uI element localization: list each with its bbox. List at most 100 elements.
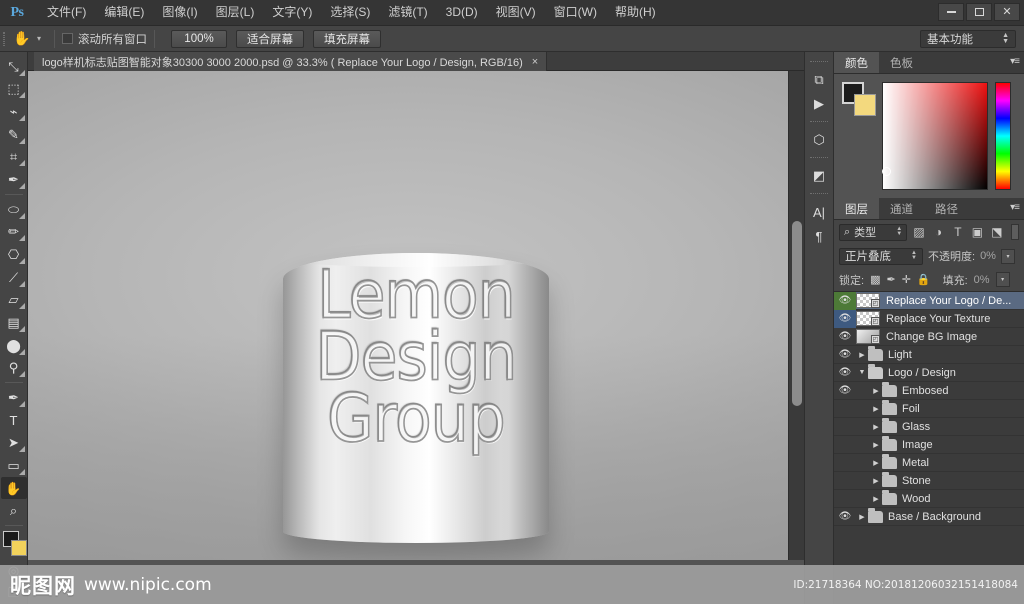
table-row[interactable]: 👁 ▶ Light xyxy=(834,345,1024,364)
fit-screen-button[interactable]: 适合屏幕 xyxy=(236,29,305,48)
lock-image-pixels-icon[interactable]: ✒ xyxy=(886,273,895,286)
character-panel-icon[interactable]: A| xyxy=(806,200,832,224)
filter-type-icon[interactable]: T xyxy=(950,224,965,241)
table-row[interactable]: ▶ Image xyxy=(834,435,1024,454)
group-disclosure-triangle-icon[interactable]: ▶ xyxy=(870,441,882,449)
layer-visibility-toggle[interactable]: 👁 xyxy=(834,309,856,328)
menu-view[interactable]: 视图(V) xyxy=(487,2,545,23)
table-row[interactable]: ▶ Glass xyxy=(834,417,1024,436)
zoom-100-button[interactable]: 100% xyxy=(171,29,228,48)
tab-color[interactable]: 颜色 xyxy=(834,52,879,73)
brush-tool[interactable]: ✏ xyxy=(1,221,27,244)
table-row[interactable]: 👁 ◰ Change BG Image xyxy=(834,328,1024,346)
filter-smart-object-icon[interactable]: ⬔ xyxy=(989,224,1004,241)
layers-panel-menu-icon[interactable]: ▾≡ xyxy=(1010,202,1020,213)
tool-preset-chevron-down-icon[interactable]: ▾ xyxy=(37,34,41,43)
menu-layer[interactable]: 图层(L) xyxy=(207,2,264,23)
zoom-tool[interactable]: ⌕ xyxy=(1,499,27,522)
layer-visibility-toggle[interactable]: 👁 xyxy=(834,382,856,400)
menu-type[interactable]: 文字(Y) xyxy=(263,2,321,23)
dock-grip-3[interactable] xyxy=(810,157,828,162)
menu-window[interactable]: 窗口(W) xyxy=(545,2,606,23)
color-picker-selector-ring[interactable] xyxy=(882,167,891,176)
tab-paths[interactable]: 路径 xyxy=(924,198,969,219)
table-row[interactable]: ▶ Wood xyxy=(834,489,1024,508)
scroll-all-windows-checkbox[interactable]: 滚动所有窗口 xyxy=(62,31,147,47)
close-button[interactable]: ✕ xyxy=(994,3,1020,21)
dock-grip-1[interactable] xyxy=(810,61,828,66)
maximize-button[interactable] xyxy=(966,3,992,21)
path-selection-tool[interactable]: ➤ xyxy=(1,432,27,455)
filter-enable-toggle[interactable] xyxy=(1010,224,1019,240)
actions-play-icon[interactable]: ▶ xyxy=(806,92,832,116)
opacity-value[interactable]: 0% xyxy=(980,250,996,262)
group-disclosure-triangle-icon[interactable]: ▶ xyxy=(870,477,882,485)
layer-visibility-toggle[interactable] xyxy=(834,454,856,472)
blend-mode-select[interactable]: 正片叠底 ▲ ▼ xyxy=(839,247,923,265)
eyedropper-tool[interactable]: ✒ xyxy=(1,168,27,191)
table-row[interactable]: 👁 ▼ Logo / Design xyxy=(834,363,1024,382)
fill-stepper-icon[interactable]: ▾ xyxy=(995,272,1010,287)
scrollbar-thumb[interactable] xyxy=(792,221,802,406)
color-swatches[interactable] xyxy=(1,531,27,559)
3d-panel-icon[interactable]: ⬡ xyxy=(806,128,832,152)
adjustments-panel-icon[interactable]: ◩ xyxy=(806,164,832,188)
table-row[interactable]: ▶ Foil xyxy=(834,399,1024,418)
tab-swatches[interactable]: 色板 xyxy=(879,52,924,73)
fill-screen-button[interactable]: 填充屏幕 xyxy=(313,29,382,48)
background-color-swatch[interactable] xyxy=(10,540,27,557)
tab-channels[interactable]: 通道 xyxy=(879,198,924,219)
layer-list[interactable]: 👁 ◰ Replace Your Logo / De... 👁 ◰ Replac… xyxy=(834,292,1024,554)
filter-adjustment-icon[interactable]: ◑ xyxy=(931,224,946,241)
menu-filter[interactable]: 滤镜(T) xyxy=(379,2,436,23)
layer-filter-type-select[interactable]: ⌕ 类型 ▲ ▼ xyxy=(839,223,908,241)
table-row[interactable]: ▶ Metal xyxy=(834,453,1024,472)
group-disclosure-triangle-icon[interactable]: ▶ xyxy=(870,495,882,503)
rectangle-shape-tool[interactable]: ▭ xyxy=(1,454,27,477)
lock-all-icon[interactable]: 🔒 xyxy=(917,273,931,286)
clone-stamp-tool[interactable]: ⎔ xyxy=(1,243,27,266)
dock-grip-4[interactable] xyxy=(810,193,828,198)
group-disclosure-triangle-icon[interactable]: ▶ xyxy=(856,513,868,521)
menu-file[interactable]: 文件(F) xyxy=(38,2,95,23)
lasso-tool[interactable]: ⌁ xyxy=(1,100,27,123)
filter-pixel-icon[interactable]: ▨ xyxy=(911,224,926,241)
hand-tool[interactable]: ✋ xyxy=(0,476,27,500)
spot-healing-brush-tool[interactable]: ⬭ xyxy=(1,198,27,221)
group-disclosure-triangle-icon[interactable]: ▶ xyxy=(870,387,882,395)
group-disclosure-triangle-icon[interactable]: ▶ xyxy=(870,405,882,413)
options-bar-grip[interactable] xyxy=(0,26,8,52)
hue-slider[interactable] xyxy=(995,82,1011,190)
gradient-tool[interactable]: ▤ xyxy=(1,311,27,334)
fill-value[interactable]: 0% xyxy=(974,274,990,286)
lock-position-icon[interactable]: ✛ xyxy=(902,273,911,286)
dodge-tool[interactable]: ⚲ xyxy=(1,357,27,380)
document-tab[interactable]: logo样机标志贴图智能对象30300 3000 2000.psd @ 33.3… xyxy=(34,52,548,71)
table-row[interactable]: 👁 ◰ Replace Your Texture xyxy=(834,309,1024,328)
menu-3d[interactable]: 3D(D) xyxy=(437,2,487,23)
layer-visibility-toggle[interactable]: 👁 xyxy=(834,328,856,346)
table-row[interactable]: 👁 ◰ Replace Your Logo / De... xyxy=(834,292,1024,310)
layer-visibility-toggle[interactable] xyxy=(834,472,856,490)
group-disclosure-triangle-icon[interactable]: ▶ xyxy=(870,459,882,467)
layer-visibility-toggle[interactable] xyxy=(834,400,856,418)
tab-layers[interactable]: 图层 xyxy=(834,198,879,219)
move-tool[interactable]: ⤡ xyxy=(1,55,27,78)
layer-visibility-toggle[interactable]: 👁 xyxy=(834,292,856,310)
blur-tool[interactable]: ⬤ xyxy=(1,334,27,357)
menu-edit[interactable]: 编辑(E) xyxy=(95,2,153,23)
menu-image[interactable]: 图像(I) xyxy=(153,2,206,23)
group-disclosure-triangle-icon[interactable]: ▶ xyxy=(870,423,882,431)
color-picker-field[interactable] xyxy=(882,82,988,190)
hand-tool-icon[interactable]: ✋ xyxy=(8,27,36,51)
checkbox-box[interactable] xyxy=(62,33,74,44)
filter-shape-icon[interactable]: ▣ xyxy=(970,224,985,241)
document-canvas[interactable]: Lemon Design Group xyxy=(28,71,788,560)
group-disclosure-triangle-icon[interactable]: ▶ xyxy=(856,351,868,359)
history-brush-tool[interactable]: ⟋ xyxy=(1,266,27,289)
workspace-selector[interactable]: 基本功能 ▲ ▼ xyxy=(920,30,1016,48)
table-row[interactable]: 👁 ▶ Base / Background xyxy=(834,507,1024,526)
rectangular-marquee-tool[interactable]: ⬚ xyxy=(1,78,27,101)
history-panel-icon[interactable]: ⧉ xyxy=(806,68,832,92)
color-panel-menu-icon[interactable]: ▾≡ xyxy=(1010,56,1020,67)
